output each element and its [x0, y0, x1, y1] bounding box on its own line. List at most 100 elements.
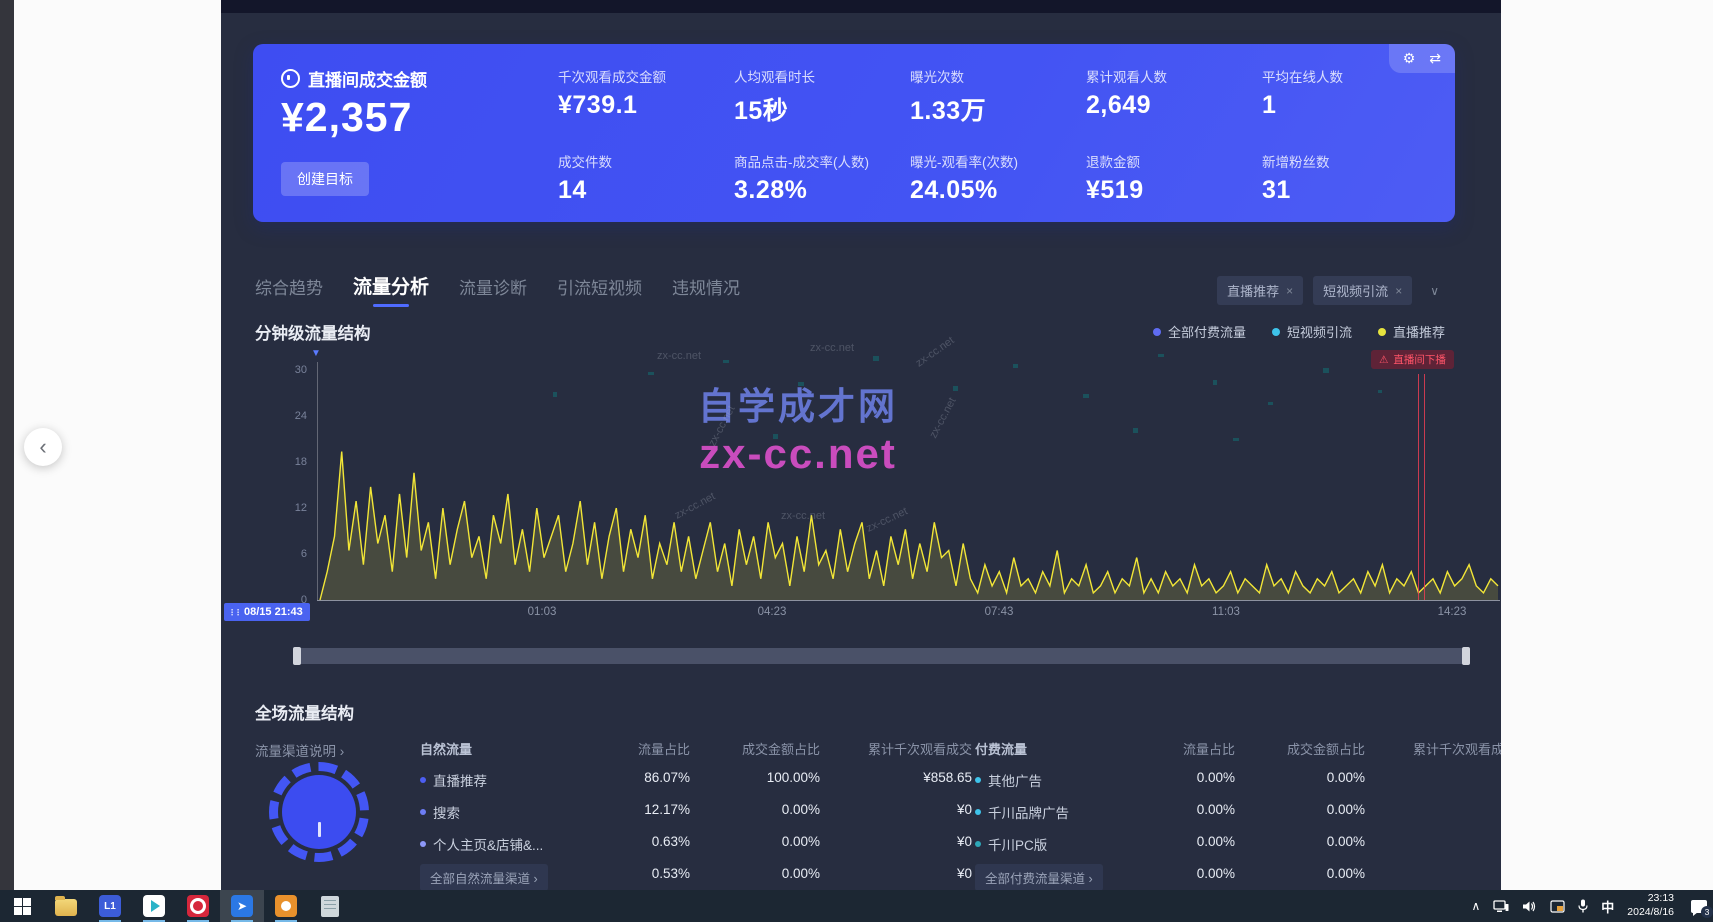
l1-app-button[interactable]: L1: [88, 890, 132, 922]
pointer-app-button[interactable]: ➤: [220, 890, 264, 922]
notepad-app-button[interactable]: [308, 890, 352, 922]
legend-live-recommend[interactable]: 直播推荐: [1378, 322, 1445, 341]
remove-tag-icon[interactable]: ×: [1286, 284, 1293, 298]
chart-range-scrollbar[interactable]: [295, 648, 1468, 664]
y-tick: 6: [273, 548, 307, 560]
metric-cell: 曝光-观看率(次数)24.05%: [910, 151, 1086, 205]
left-edge-strip: [0, 0, 14, 890]
chevron-down-icon[interactable]: ∨: [1430, 284, 1439, 298]
remove-tag-icon[interactable]: ×: [1395, 284, 1402, 298]
notepad-icon: [321, 896, 339, 917]
microphone-icon[interactable]: [1578, 899, 1588, 913]
red-ring-app-icon: [187, 895, 209, 917]
drag-grip-icon: ⋮⋮: [228, 608, 240, 617]
kpi-metrics-grid: 千次观看成交金额¥739.1 人均观看时长15秒 曝光次数1.33万 累计观看人…: [558, 66, 1432, 205]
artifact-speck: [553, 392, 557, 397]
table-row-label: 千川品牌广告: [975, 798, 1151, 826]
tray-expand-icon[interactable]: ∧: [1471, 899, 1480, 913]
artifact-speck: [1233, 438, 1239, 441]
table-row-label: 其他广告: [975, 766, 1151, 794]
row-dot: [975, 777, 981, 783]
table-row-label: 千川PC版: [975, 830, 1151, 858]
red-app-button[interactable]: [176, 890, 220, 922]
tab-short-video[interactable]: 引流短视频: [557, 274, 642, 307]
time-cursor-label[interactable]: ⋮⋮ 08/15 21:43: [224, 603, 310, 621]
system-tray: ∧ 中 23:13 2024/8/16 3: [1471, 890, 1707, 922]
l1-app-icon: L1: [99, 895, 121, 917]
notification-center-button[interactable]: 3: [1691, 900, 1707, 913]
metric-cell: 累计观看人数2,649: [1086, 66, 1262, 127]
artifact-speck: [953, 386, 958, 391]
x-tick: 01:03: [528, 606, 557, 618]
screen: ‹ 直播间成交金额 ¥2,357 创建目标 千次观看成交金额¥739.1 人均观…: [0, 0, 1713, 922]
folder-icon: [55, 899, 77, 916]
artifact-speck: [798, 382, 804, 386]
create-goal-button[interactable]: 创建目标: [281, 162, 369, 196]
row-dot: [420, 809, 426, 815]
x-tick: 11:03: [1212, 606, 1240, 618]
tab-traffic-analysis[interactable]: 流量分析: [353, 272, 429, 307]
ime-indicator[interactable]: 中: [1601, 897, 1614, 916]
stream-end-marker-line: [1424, 374, 1425, 600]
meeting-app-button[interactable]: [132, 890, 176, 922]
axis-slider-handle-icon[interactable]: ▼: [311, 348, 321, 359]
kpi-card-tools: ⚙ ⇄: [1389, 44, 1455, 73]
tab-traffic-diagnosis[interactable]: 流量诊断: [459, 274, 527, 307]
settings-gear-icon[interactable]: ⚙: [1403, 50, 1416, 67]
clock[interactable]: 23:13 2024/8/16: [1627, 892, 1674, 919]
y-tick: 18: [273, 456, 307, 468]
taskbar-apps: L1 ➤: [0, 890, 352, 922]
artifact-speck: [1323, 368, 1329, 373]
scrollbar-left-handle[interactable]: [293, 647, 301, 665]
tab-overall-trend[interactable]: 综合趋势: [255, 274, 323, 307]
legend-paid-traffic[interactable]: 全部付费流量: [1153, 322, 1246, 341]
back-button[interactable]: ‹: [24, 428, 62, 466]
overall-section-title: 全场流量结构: [255, 700, 354, 724]
tab-violations[interactable]: 违规情况: [672, 274, 740, 307]
donut-core: [282, 775, 356, 849]
legend-dot: [1272, 328, 1280, 336]
metric-cell: 成交件数14: [558, 151, 734, 205]
screenshot-tool-icon[interactable]: [1550, 900, 1565, 913]
kpi-title-text: 直播间成交金额: [308, 66, 427, 91]
section-tabs: 综合趋势 流量分析 流量诊断 引流短视频 违规情况: [255, 272, 740, 307]
scrollbar-right-handle[interactable]: [1462, 647, 1470, 665]
watermark-small: zx-cc.net: [810, 342, 854, 354]
artifact-speck: [1378, 390, 1382, 393]
swap-metrics-icon[interactable]: ⇄: [1429, 50, 1441, 67]
all-natural-channels-link[interactable]: 全部自然流量渠道 ›: [420, 864, 548, 890]
channel-explain-link[interactable]: 流量渠道说明 ›: [255, 740, 344, 760]
minute-traffic-chart: 30 24 18 12 6 0 ▼ ⚠ 直播间下播 自学成才网 zx-cc.ne…: [253, 342, 1500, 624]
metric-cell: 曝光次数1.33万: [910, 66, 1086, 127]
start-button[interactable]: [0, 890, 44, 922]
speaker-icon[interactable]: [1522, 900, 1537, 913]
notification-badge: 3: [1701, 906, 1713, 918]
table-row-label: 个人主页&店铺&...: [420, 830, 606, 858]
x-axis-labels: ⋮⋮ 08/15 21:43 01:03 04:23 07:43 11:03 1…: [253, 606, 1500, 626]
all-paid-channels-link[interactable]: 全部付费流量渠道 ›: [975, 864, 1103, 890]
metric-cell: 千次观看成交金额¥739.1: [558, 66, 734, 127]
windows-taskbar: L1 ➤ ∧ 中 23:13 2024/8/16 3: [0, 890, 1713, 922]
kpi-main-value: ¥2,357: [281, 94, 412, 141]
minute-section-title: 分钟级流量结构: [255, 320, 371, 344]
channel-filter: 直播推荐 × 短视频引流 × ∨: [1217, 276, 1439, 305]
metric-cell: 新增粉丝数31: [1262, 151, 1432, 205]
legend-short-video[interactable]: 短视频引流: [1272, 322, 1352, 341]
kpi-title: 直播间成交金额: [281, 66, 427, 91]
orange-app-button[interactable]: [264, 890, 308, 922]
traffic-donut-chart: [269, 762, 369, 862]
watermark-small: zx-cc.net: [914, 334, 957, 369]
legend-dot: [1378, 328, 1386, 336]
artifact-speck: [1268, 402, 1273, 405]
network-icon[interactable]: [1493, 900, 1509, 913]
clock-date: 2024/8/16: [1627, 906, 1674, 920]
filter-tag-short-video[interactable]: 短视频引流 ×: [1313, 276, 1412, 305]
alert-icon: ⚠: [1379, 354, 1388, 366]
artifact-speck: [1013, 364, 1018, 368]
filter-tag-live-recommend[interactable]: 直播推荐 ×: [1217, 276, 1303, 305]
file-explorer-button[interactable]: [44, 890, 88, 922]
table-row-label: 直播推荐: [420, 766, 606, 794]
windows-logo-icon: [14, 898, 31, 915]
row-dot: [420, 841, 426, 847]
chart-legend: 全部付费流量 短视频引流 直播推荐: [1153, 322, 1445, 341]
